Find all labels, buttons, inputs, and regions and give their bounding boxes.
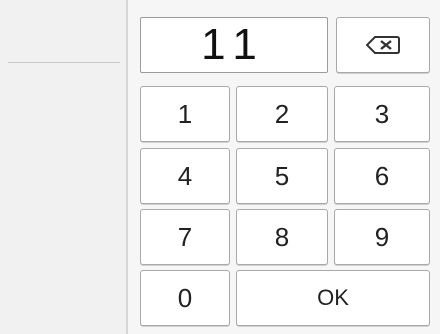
- key-8[interactable]: 8: [236, 209, 328, 265]
- key-9[interactable]: 9: [334, 209, 430, 265]
- key-5[interactable]: 5: [236, 148, 328, 204]
- numeric-keypad: 11 1 2 3 4 5 6 7 8 9 0 OK: [128, 0, 440, 334]
- backspace-icon: [366, 36, 400, 54]
- key-7[interactable]: 7: [140, 209, 230, 265]
- key-0[interactable]: 0: [140, 270, 230, 326]
- key-6[interactable]: 6: [334, 148, 430, 204]
- entry-display: 11: [140, 17, 328, 73]
- key-1[interactable]: 1: [140, 86, 230, 142]
- key-3[interactable]: 3: [334, 86, 430, 142]
- left-panel: [0, 0, 126, 334]
- left-panel-divider: [8, 62, 120, 63]
- key-4[interactable]: 4: [140, 148, 230, 204]
- ok-button[interactable]: OK: [236, 270, 430, 326]
- key-2[interactable]: 2: [236, 86, 328, 142]
- backspace-button[interactable]: [336, 17, 430, 73]
